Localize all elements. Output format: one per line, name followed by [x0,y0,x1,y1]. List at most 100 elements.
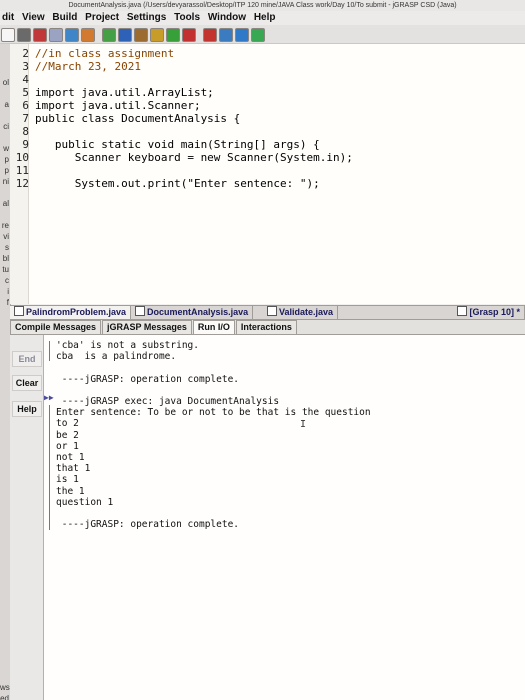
menu-project[interactable]: Project [85,12,119,23]
tab-jgrasp-messages[interactable]: jGRASP Messages [102,320,192,334]
browse-item-fragment: ed [0,694,9,700]
browse-item-fragment [0,627,10,638]
java-file-icon [135,306,146,316]
run-icon[interactable] [118,28,132,42]
menu-tools[interactable]: Tools [174,12,200,23]
code-text: System.out.print("Enter sentence: "); [35,177,320,190]
console-line: cba is a palindrome. [56,351,177,363]
console-line: ----jGRASP exec: java DocumentAnalysis [56,396,280,407]
menu-settings[interactable]: Settings [127,12,166,23]
console-line: 'cba' is not a substring. [56,340,199,351]
output-bracket [49,405,50,530]
browse-item-fragment: vi [3,232,9,241]
code-line: 3 //March 23, 2021 [13,61,141,73]
compile-icon[interactable] [102,28,116,42]
java-file-icon [14,306,24,316]
jgrasp-window: DocumentAnalysis.java (/Users/devyarasso… [0,0,525,700]
delete-icon[interactable] [182,28,196,42]
menu-edit[interactable]: dit [2,12,14,23]
browse-item-fragment: wse [0,683,10,692]
tab-document-analysis[interactable]: DocumentAnalysis.java [131,306,254,319]
browse-item-fragment [0,561,10,572]
browse-item-fragment [0,418,10,429]
browse-item-fragment [0,374,10,385]
code-text: //March 23, 2021 [35,60,141,73]
end-button[interactable]: End [12,351,42,367]
browse-item-fragment [0,484,10,495]
tab-interactions[interactable]: Interactions [235,320,297,334]
code-text: public static void main(String[] args) { [35,138,320,151]
browse-item-fragment [0,462,10,473]
browse-item-fragment [0,517,10,528]
new-file-icon[interactable] [1,28,15,42]
remove-csd-icon[interactable] [251,28,265,42]
tab-validate[interactable]: Validate.java [263,306,339,319]
layout-icon[interactable] [219,28,233,42]
browse-item-fragment: ol [2,78,9,87]
browse-item-fragment: tu [2,265,9,274]
code-line: 2 //in class assignment [13,48,174,60]
copy-icon[interactable] [49,28,63,42]
help-button[interactable]: Help [12,401,42,417]
line-number: 6 [22,99,29,112]
browse-item-fragment: ni [2,177,9,186]
console-line: to 2 [56,418,79,430]
tab-run-io[interactable]: Run I/O [192,320,235,334]
output-bracket [49,341,50,361]
tab-compile-messages[interactable]: Compile Messages [10,320,102,334]
add-icon[interactable] [166,28,180,42]
browse-item-fragment: ci [3,122,9,131]
cut-icon[interactable] [33,28,47,42]
browse-item-fragment [0,66,10,77]
browse-item-fragment [0,506,10,517]
toolbar [0,25,525,44]
browse-item-fragment [0,132,10,143]
tab-palindrom-problem[interactable]: PalindromProblem.java [10,306,132,319]
code-line: 6 import java.util.Scanner; [13,99,201,112]
code-line: 4 [13,74,35,86]
debug-icon[interactable] [134,28,148,42]
browse-item-fragment [0,440,10,451]
browse-item-fragment [0,308,10,319]
run-io-console[interactable]: ▶▶ I 'cba' is not a substring. cba is a p… [44,335,525,700]
code-text: import java.util.Scanner; [35,99,201,112]
browse-item-fragment: p [4,155,9,164]
browse-item-fragment: i [7,287,9,296]
browse-item-fragment [0,110,10,121]
code-editor[interactable]: 2 //in class assignment 3 //March 23, 2021 4… [10,44,525,304]
browse-item-fragment [0,341,10,352]
tab-grasp-10[interactable]: [Grasp 10] * [453,306,525,319]
open-icon[interactable] [17,28,31,42]
menu-view[interactable]: View [22,12,45,23]
line-number: 3 [22,60,29,73]
browse-item-fragment [0,638,10,649]
browse-item-fragment: c [5,276,9,285]
browse-item-fragment: p [4,166,9,175]
line-number: 11 [15,164,29,177]
menu-help[interactable]: Help [254,12,276,23]
console-line: the 1 [56,485,85,497]
line-number: 8 [22,125,29,138]
menu-build[interactable]: Build [52,12,77,23]
line-number: 4 [22,73,29,86]
browse-item-fragment [0,385,10,396]
find-icon[interactable] [81,28,95,42]
generate-csd-icon[interactable] [235,28,249,42]
menu-window[interactable]: Window [208,12,246,23]
clear-button[interactable]: Clear [12,375,42,391]
java-file-icon [457,306,468,316]
browse-item-fragment [0,473,10,484]
code-text: public class DocumentAnalysis { [35,112,241,125]
paste-icon[interactable] [65,28,79,42]
code-text: import java.util.ArrayList; [35,86,214,99]
browse-item-fragment [0,572,10,583]
console-line: Enter sentence: To be or not to be that … [56,407,371,419]
file-tabs: PalindromProblem.java DocumentAnalysis.ja… [10,305,525,320]
browse-item-fragment: w [3,144,9,153]
browse-item-fragment: al [2,199,9,208]
step-icon[interactable] [150,28,164,42]
console-line: ----jGRASP: operation complete. [56,519,240,531]
exec-arrow-icon: ▶▶ [44,393,54,402]
message-tabs: Compile Messages jGRASP Messages Run I/O In… [10,320,525,335]
stop-icon[interactable] [203,28,217,42]
